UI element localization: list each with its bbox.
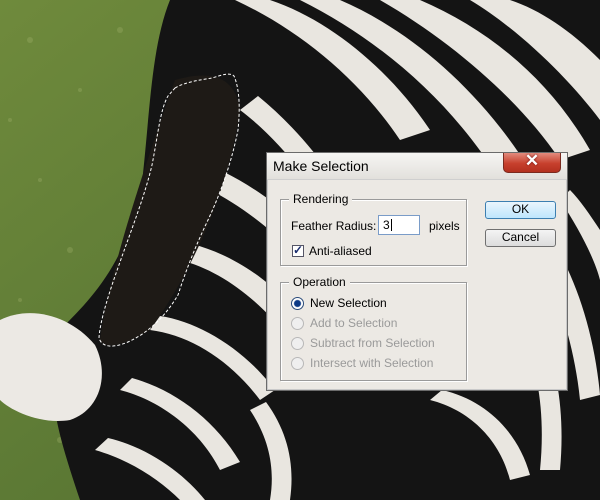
make-selection-dialog: Make Selection ✕ Rendering Feather Radiu… (266, 151, 568, 391)
cancel-button[interactable]: Cancel (485, 229, 556, 247)
dialog-titlebar[interactable]: Make Selection ✕ (267, 151, 567, 180)
close-button[interactable]: ✕ (503, 151, 561, 173)
operation-group: Operation New Selection Add to Selection… (280, 275, 467, 381)
new-selection-label[interactable]: New Selection (310, 296, 387, 310)
anti-aliased-checkbox[interactable]: ✓ (292, 243, 304, 257)
rendering-group: Rendering Feather Radius: 3 pixels ✓ Ant… (280, 192, 467, 266)
rendering-legend: Rendering (289, 192, 353, 206)
feather-radius-label: Feather Radius: (291, 219, 377, 233)
feather-radius-value: 3 (383, 218, 390, 232)
anti-aliased-label[interactable]: Anti-aliased (309, 244, 372, 258)
subtract-from-selection-label[interactable]: Subtract from Selection (310, 336, 435, 350)
feather-radius-input[interactable]: 3 (378, 215, 420, 235)
check-icon: ✓ (293, 243, 304, 257)
new-selection-radio[interactable] (291, 297, 304, 310)
ok-button[interactable]: OK (485, 201, 556, 219)
add-to-selection-label[interactable]: Add to Selection (310, 316, 397, 330)
dialog-title: Make Selection (273, 158, 369, 174)
close-icon: ✕ (524, 151, 540, 170)
intersect-with-selection-label[interactable]: Intersect with Selection (310, 356, 433, 370)
operation-legend: Operation (289, 275, 350, 289)
add-to-selection-radio[interactable] (291, 317, 304, 330)
feather-unit-label: pixels (429, 219, 460, 233)
intersect-with-selection-radio[interactable] (291, 357, 304, 370)
subtract-from-selection-radio[interactable] (291, 337, 304, 350)
text-caret (390, 219, 392, 231)
